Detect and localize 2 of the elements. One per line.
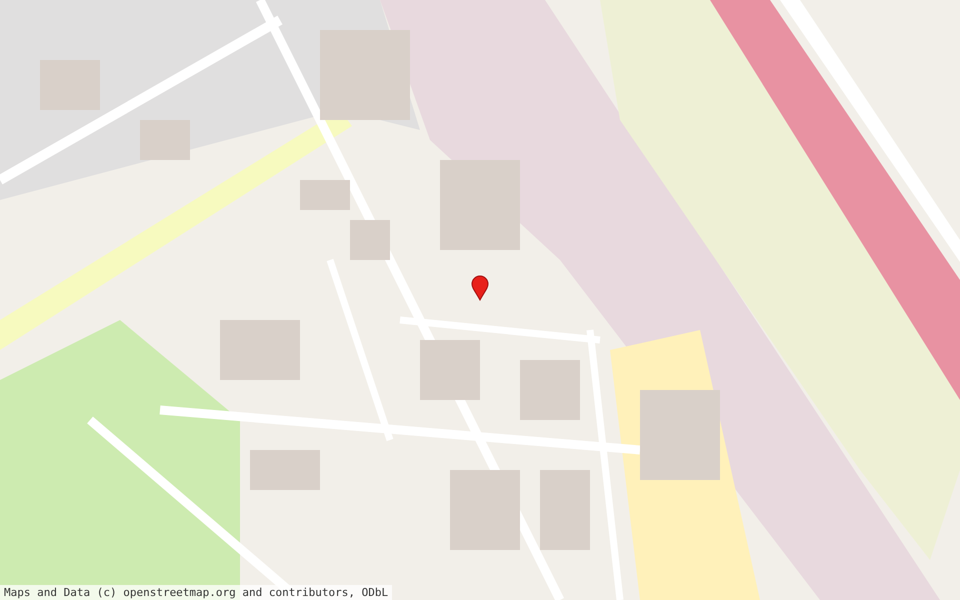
- map-pin-icon: [471, 275, 489, 301]
- map-attribution: Maps and Data (c) openstreetmap.org and contributors, ODbL: [0, 585, 392, 600]
